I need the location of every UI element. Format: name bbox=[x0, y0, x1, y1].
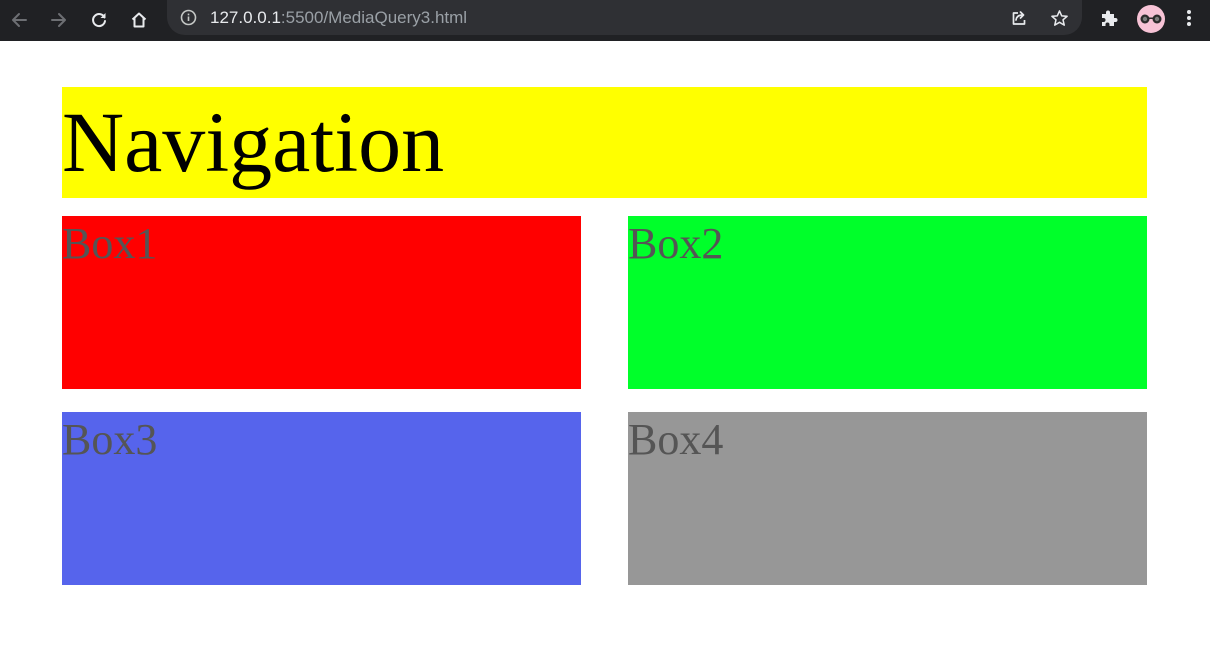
back-button[interactable] bbox=[4, 5, 34, 35]
arrow-right-icon bbox=[51, 13, 66, 27]
url-host: 127.0.0.1 bbox=[210, 8, 281, 27]
box-2: Box2 bbox=[628, 216, 1147, 389]
reload-icon bbox=[92, 13, 106, 28]
share-button[interactable] bbox=[1006, 5, 1032, 31]
url-text[interactable]: 127.0.0.1:5500/MediaQuery3.html bbox=[210, 8, 467, 28]
box-1-label: Box1 bbox=[62, 219, 158, 268]
bookmark-button[interactable] bbox=[1046, 5, 1072, 31]
browser-toolbar: 127.0.0.1:5500/MediaQuery3.html bbox=[0, 0, 1210, 41]
home-button[interactable] bbox=[124, 5, 154, 35]
puzzle-icon bbox=[1102, 10, 1118, 26]
forward-button[interactable] bbox=[44, 5, 74, 35]
reload-button[interactable] bbox=[84, 5, 114, 35]
box-3: Box3 bbox=[62, 412, 581, 585]
star-icon bbox=[1050, 9, 1068, 26]
box-4: Box4 bbox=[628, 412, 1147, 585]
avatar[interactable] bbox=[1137, 5, 1165, 33]
navigation-bar: Navigation bbox=[62, 87, 1147, 198]
url-path: :5500/MediaQuery3.html bbox=[280, 8, 468, 27]
arrow-left-icon bbox=[12, 13, 27, 27]
address-bar[interactable]: 127.0.0.1:5500/MediaQuery3.html bbox=[167, 0, 1082, 35]
navigation-title: Navigation bbox=[62, 94, 445, 190]
box-4-label: Box4 bbox=[628, 415, 724, 464]
page-content: Navigation Box1 Box2 Box3 Box4 bbox=[0, 41, 1210, 663]
box-1: Box1 bbox=[62, 216, 581, 389]
share-icon bbox=[1012, 11, 1026, 25]
info-icon[interactable] bbox=[180, 9, 197, 26]
box-3-label: Box3 bbox=[62, 415, 158, 464]
kebab-menu-icon bbox=[1187, 10, 1191, 26]
box-2-label: Box2 bbox=[628, 219, 724, 268]
extensions-button[interactable] bbox=[1096, 5, 1122, 31]
glasses-icon bbox=[1140, 14, 1162, 24]
home-icon bbox=[131, 12, 147, 28]
menu-button[interactable] bbox=[1176, 5, 1202, 31]
